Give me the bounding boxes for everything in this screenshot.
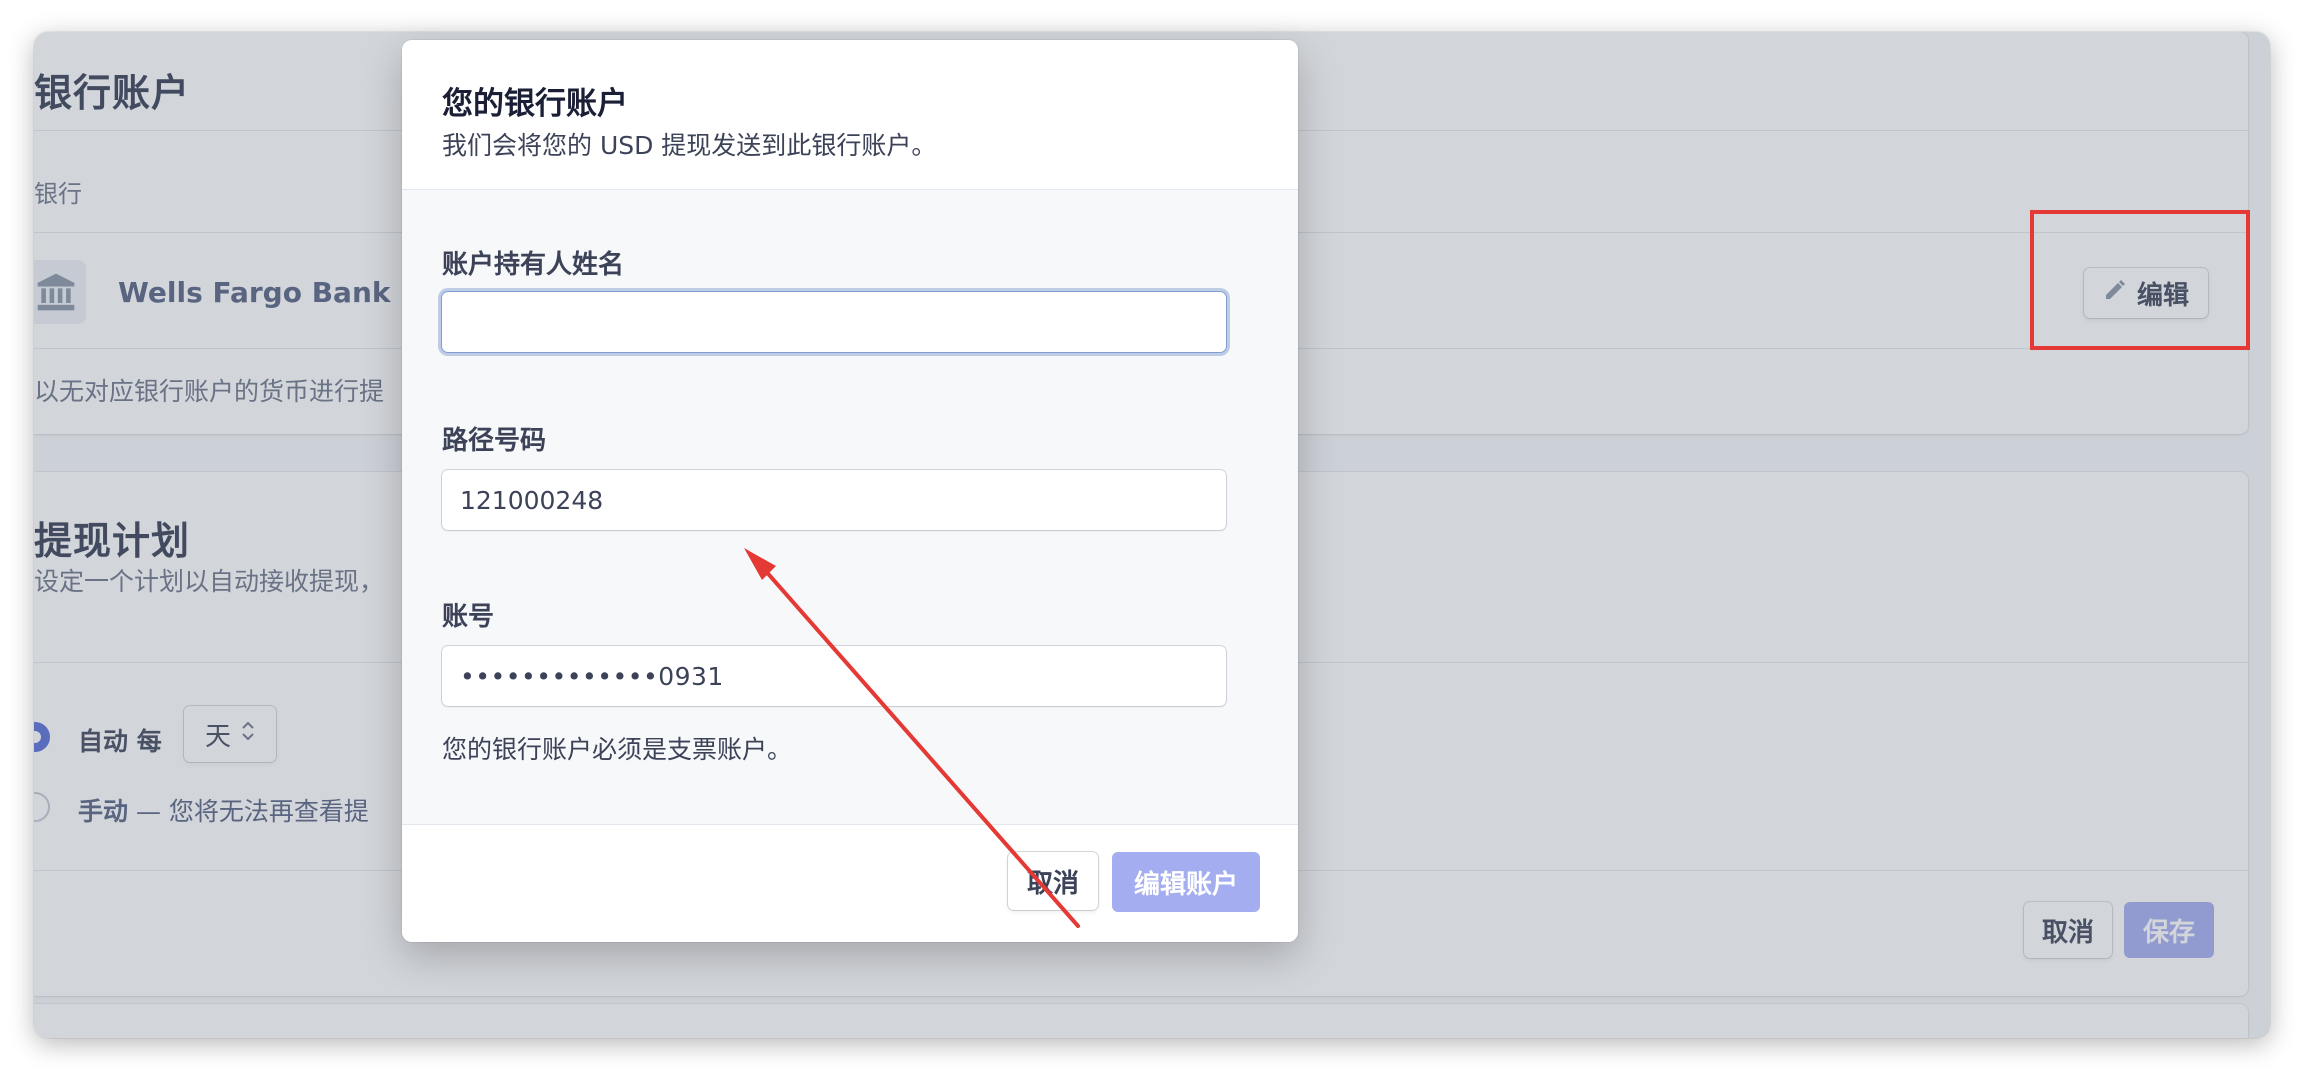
modal-title: 您的银行账户 [442, 86, 628, 122]
modal-subtitle: 我们会将您的 USD 提现发送到此银行账户。 [442, 131, 937, 160]
account-number-input[interactable] [442, 646, 1226, 706]
checking-account-note: 您的银行账户必须是支票账户。 [442, 735, 793, 764]
modal-cancel-button[interactable]: 取消 [1008, 852, 1098, 910]
edit-bank-modal: 您的银行账户 我们会将您的 USD 提现发送到此银行账户。 账户持有人姓名 路径… [402, 40, 1298, 942]
account-number-label: 账号 [442, 602, 495, 632]
routing-number-input[interactable] [442, 470, 1226, 530]
edit-account-button[interactable]: 编辑账户 [1112, 852, 1260, 912]
edit-button-highlight [2030, 210, 2250, 350]
routing-number-label: 路径号码 [442, 426, 547, 456]
holder-name-input[interactable] [442, 292, 1226, 352]
modal-header: 您的银行账户 我们会将您的 USD 提现发送到此银行账户。 [402, 40, 1298, 190]
holder-name-label: 账户持有人姓名 [442, 250, 625, 280]
